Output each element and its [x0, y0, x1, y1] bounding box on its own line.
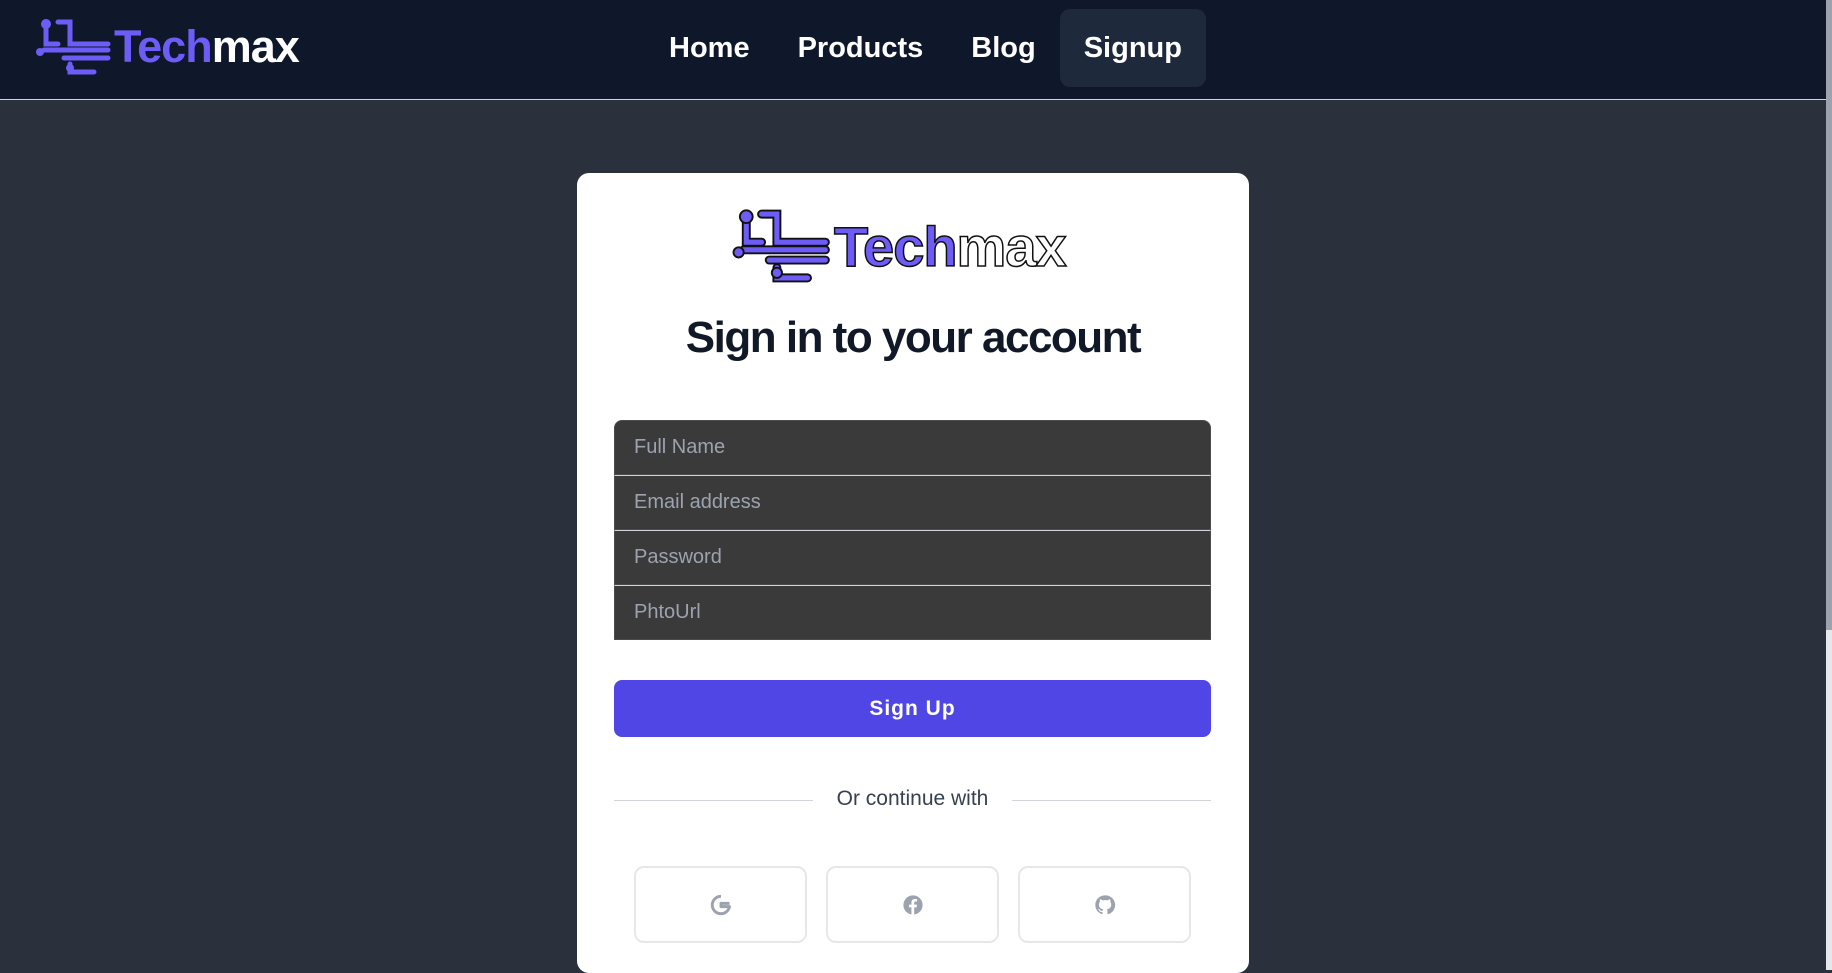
page-scrollbar[interactable]: [1826, 0, 1832, 970]
facebook-login-button[interactable]: [826, 866, 999, 943]
circuit-logo-icon: [732, 209, 830, 283]
sign-up-button[interactable]: Sign Up: [614, 680, 1211, 737]
divider-text: Or continue with: [836, 787, 989, 810]
password-input[interactable]: [614, 530, 1211, 585]
email-input[interactable]: [614, 475, 1211, 530]
nav-products[interactable]: Products: [774, 9, 948, 87]
nav-blog[interactable]: Blog: [947, 9, 1059, 87]
nav-signup[interactable]: Signup: [1059, 9, 1206, 87]
social-login-buttons: [634, 866, 1191, 943]
photo-url-input[interactable]: [614, 585, 1211, 640]
card-brand-max: max: [956, 214, 1068, 279]
signup-card: Techmax Sign in to your account Sign Up …: [577, 173, 1249, 973]
github-login-button[interactable]: [1018, 866, 1191, 943]
signup-form: [614, 420, 1211, 640]
google-icon: [710, 894, 731, 915]
divider-line-right: [1012, 800, 1211, 801]
brand-name-max: max: [211, 21, 300, 72]
card-brand-logo: Techmax: [732, 209, 1068, 283]
facebook-icon: [902, 894, 923, 915]
page-title: Sign in to your account: [685, 313, 1142, 362]
or-continue-divider: Or continue with: [614, 785, 1211, 815]
nav-home[interactable]: Home: [645, 9, 774, 87]
circuit-logo-icon: [36, 19, 111, 75]
navbar: Techmax Home Products Blog Signup: [0, 0, 1826, 100]
card-brand-tech: Tech: [833, 214, 958, 279]
brand-name-tech: Tech: [114, 21, 213, 72]
github-icon: [1094, 894, 1115, 914]
brand-logo[interactable]: Techmax: [36, 18, 300, 76]
scrollbar-thumb[interactable]: [1826, 0, 1832, 630]
nav-links: Home Products Blog Signup: [645, 9, 1206, 87]
google-login-button[interactable]: [634, 866, 807, 943]
full-name-input[interactable]: [614, 420, 1211, 475]
